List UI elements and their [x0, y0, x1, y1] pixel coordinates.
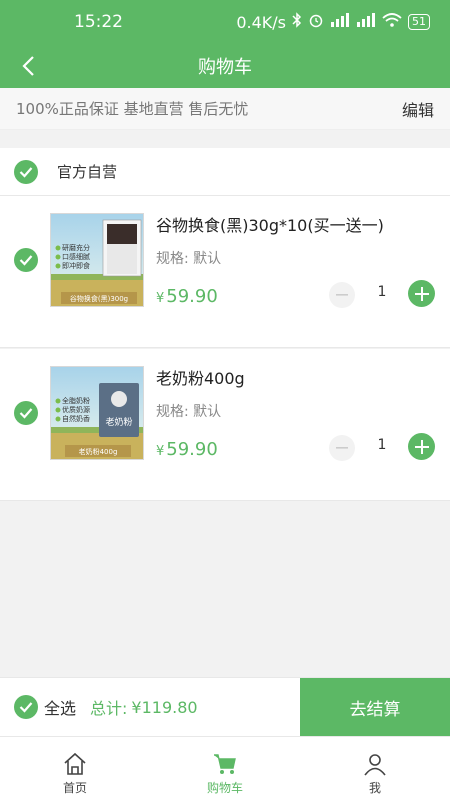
image-label-text: 老奶粉400g — [79, 447, 118, 456]
select-all-checkbox[interactable] — [14, 695, 38, 719]
item-price: ¥59.90 — [156, 439, 218, 460]
image-label-text: 谷物换食(黑)300g — [70, 294, 128, 303]
increase-button[interactable] — [408, 433, 435, 460]
decrease-button[interactable] — [329, 282, 355, 308]
tab-bar: 首页 购物车 我 — [0, 736, 450, 800]
price-value: 59.90 — [166, 286, 218, 307]
tab-label: 首页 — [62, 781, 87, 795]
nav-bar: 购物车 — [0, 44, 450, 88]
cart-item: 老奶粉 全脂奶粉 优质奶源 自然奶香 老奶粉400g 老奶粉400g 规格: 默… — [0, 349, 450, 501]
signal-icon-2 — [356, 13, 376, 31]
tab-label: 购物车 — [206, 781, 243, 795]
status-right: 0.4K/s 51 — [236, 12, 430, 32]
quantity-value[interactable]: 1 — [364, 284, 400, 300]
item-price: ¥59.90 — [156, 286, 218, 307]
edit-button[interactable]: 编辑 — [402, 97, 434, 121]
check-icon — [19, 408, 33, 419]
product-image[interactable]: 研磨充分 口感细腻 即冲即食 谷物换食(黑)300g — [50, 213, 144, 307]
image-bullet-text: 优质奶源 — [62, 405, 90, 414]
back-button[interactable] — [14, 52, 42, 80]
checkout-button[interactable]: 去结算 — [300, 678, 450, 736]
total-value: ¥119.80 — [131, 697, 198, 717]
image-pack-text: 老奶粉 — [105, 416, 132, 428]
decrease-button[interactable] — [329, 435, 355, 461]
status-time: 15:22 — [74, 12, 123, 32]
product-image[interactable]: 老奶粉 全脂奶粉 优质奶源 自然奶香 老奶粉400g — [50, 366, 144, 460]
shop-checkbox[interactable] — [14, 159, 38, 184]
tab-me[interactable]: 我 — [300, 737, 450, 800]
image-bullet-text: 研磨充分 — [62, 243, 90, 252]
price-value: 59.90 — [166, 439, 218, 460]
item-title[interactable]: 老奶粉400g — [156, 365, 245, 389]
checkout-bar: 全选 总计: ¥119.80 去结算 — [0, 677, 450, 736]
increase-button[interactable] — [408, 280, 435, 307]
price-symbol: ¥ — [156, 444, 165, 459]
plus-icon — [414, 439, 429, 454]
select-all-label[interactable]: 全选 — [44, 695, 76, 719]
check-icon — [19, 166, 33, 178]
minus-icon — [336, 447, 348, 449]
alarm-icon — [308, 12, 324, 32]
cart-item: 研磨充分 口感细腻 即冲即食 谷物换食(黑)300g 谷物换食(黑)30g*10… — [0, 196, 450, 348]
item-spec: 规格: 默认 — [156, 251, 222, 267]
network-speed: 0.4K/s — [236, 12, 286, 32]
bluetooth-icon — [292, 12, 302, 32]
tab-label: 我 — [368, 781, 381, 795]
plus-icon — [414, 286, 429, 301]
guarantee-text: 100%正品保证 基地直营 售后无忧 — [16, 100, 249, 118]
check-icon — [19, 255, 33, 266]
quantity-value[interactable]: 1 — [364, 437, 400, 453]
user-icon — [363, 749, 387, 779]
image-bullet-text: 口感细腻 — [62, 252, 90, 261]
shop-name: 官方自营 — [57, 163, 118, 181]
total-label: 总计: — [90, 699, 128, 718]
page-title: 购物车 — [198, 57, 252, 78]
cart-icon — [212, 749, 238, 779]
image-bullet-text: 全脂奶粉 — [62, 396, 90, 405]
image-bullet-text: 自然奶香 — [62, 414, 90, 423]
item-checkbox[interactable] — [14, 248, 38, 272]
wifi-icon — [382, 13, 402, 31]
shop-header: 官方自营 — [0, 148, 450, 196]
price-symbol: ¥ — [156, 291, 165, 306]
signal-icon — [330, 13, 350, 31]
battery-icon: 51 — [408, 14, 430, 30]
image-bullet-text: 即冲即食 — [62, 261, 90, 270]
status-bar: 15:22 0.4K/s 51 — [0, 0, 450, 44]
tab-home[interactable]: 首页 — [0, 737, 150, 800]
item-spec: 规格: 默认 — [156, 404, 222, 420]
check-icon — [19, 702, 33, 713]
chevron-left-icon — [22, 56, 34, 76]
tab-cart[interactable]: 购物车 — [150, 737, 300, 800]
home-icon — [62, 749, 88, 779]
item-title[interactable]: 谷物换食(黑)30g*10(买一送一) — [156, 212, 384, 236]
guarantee-bar: 100%正品保证 基地直营 售后无忧 编辑 — [0, 88, 450, 130]
minus-icon — [336, 294, 348, 296]
top-bar: 15:22 0.4K/s 51 购物车 — [0, 0, 450, 88]
item-checkbox[interactable] — [14, 401, 38, 425]
